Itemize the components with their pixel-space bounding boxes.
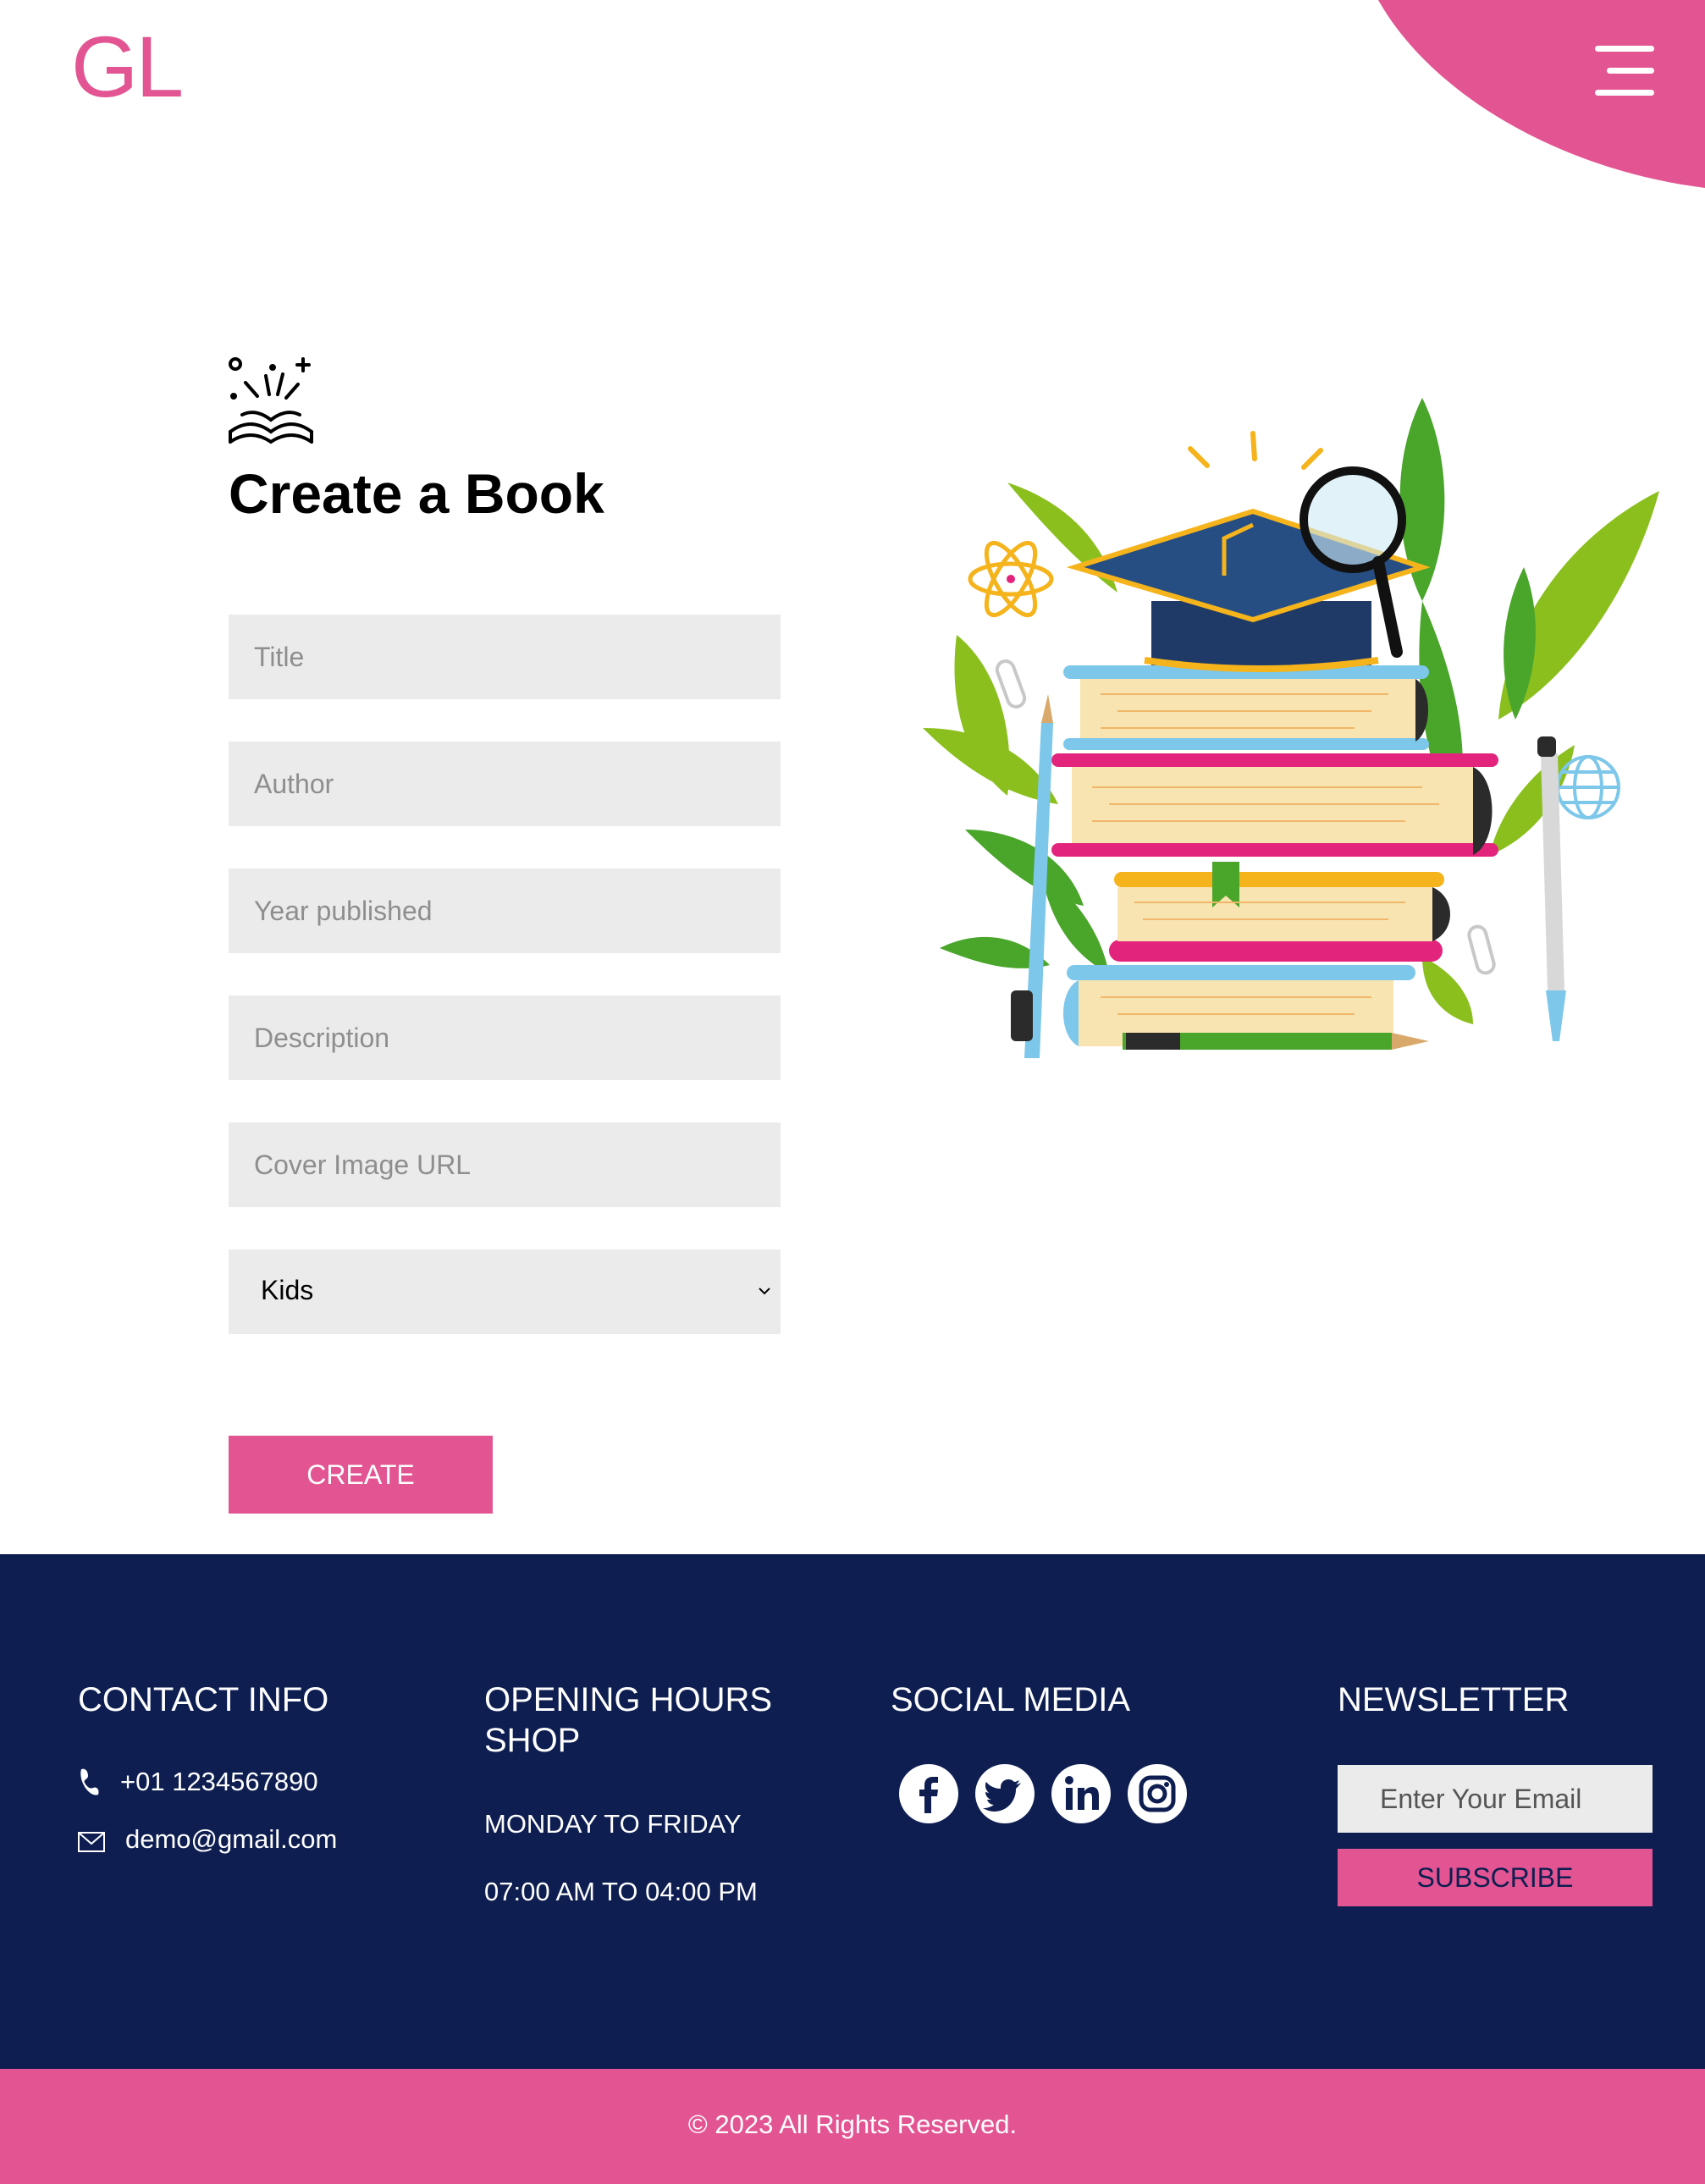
contact-phone[interactable]: +01 1234567890 bbox=[120, 1766, 318, 1798]
cover-image-url-input[interactable] bbox=[229, 1122, 781, 1207]
category-select[interactable]: Kids bbox=[229, 1249, 781, 1334]
phone-icon bbox=[80, 1768, 99, 1795]
newsletter-heading: NEWSLETTER bbox=[1338, 1681, 1570, 1718]
create-button[interactable]: CREATE bbox=[229, 1436, 493, 1514]
description-input[interactable] bbox=[229, 995, 781, 1080]
opening-time: 07:00 AM TO 04:00 PM bbox=[484, 1877, 758, 1906]
header-corner-shape bbox=[1378, 0, 1705, 188]
author-input[interactable] bbox=[229, 742, 781, 826]
facebook-icon[interactable] bbox=[899, 1764, 958, 1823]
title-input[interactable] bbox=[229, 615, 781, 699]
newsletter-email-input[interactable] bbox=[1338, 1765, 1653, 1833]
open-book-sparkle-icon bbox=[229, 357, 313, 444]
footer: CONTACT INFO +01 1234567890 demo@gmail.c… bbox=[0, 1554, 1705, 2069]
copyright-bar: © 2023 All Rights Reserved. bbox=[0, 2069, 1705, 2184]
instagram-icon[interactable] bbox=[1128, 1764, 1187, 1823]
social-media-heading: SOCIAL MEDIA bbox=[891, 1681, 1131, 1718]
page-title: Create a Book bbox=[229, 462, 604, 525]
opening-days: MONDAY TO FRIDAY bbox=[484, 1809, 742, 1839]
opening-hours-heading: OPENING HOURS SHOP bbox=[484, 1681, 773, 1759]
brand-logo[interactable]: GL bbox=[71, 24, 184, 110]
category-select-value: Kids bbox=[261, 1275, 314, 1305]
copyright-text: © 2023 All Rights Reserved. bbox=[687, 2110, 1018, 2139]
subscribe-button[interactable]: SUBSCRIBE bbox=[1338, 1849, 1653, 1906]
contact-email[interactable]: demo@gmail.com bbox=[125, 1823, 337, 1856]
contact-info-heading: CONTACT INFO bbox=[78, 1681, 329, 1718]
hamburger-menu-icon[interactable] bbox=[1592, 46, 1654, 97]
stack-of-books-illustration bbox=[923, 398, 1659, 1058]
twitter-icon[interactable] bbox=[975, 1764, 1035, 1823]
chevron-down-icon bbox=[759, 1288, 770, 1295]
year-published-input[interactable] bbox=[229, 869, 781, 953]
envelope-icon bbox=[78, 1832, 105, 1852]
linkedin-icon[interactable] bbox=[1051, 1764, 1111, 1823]
